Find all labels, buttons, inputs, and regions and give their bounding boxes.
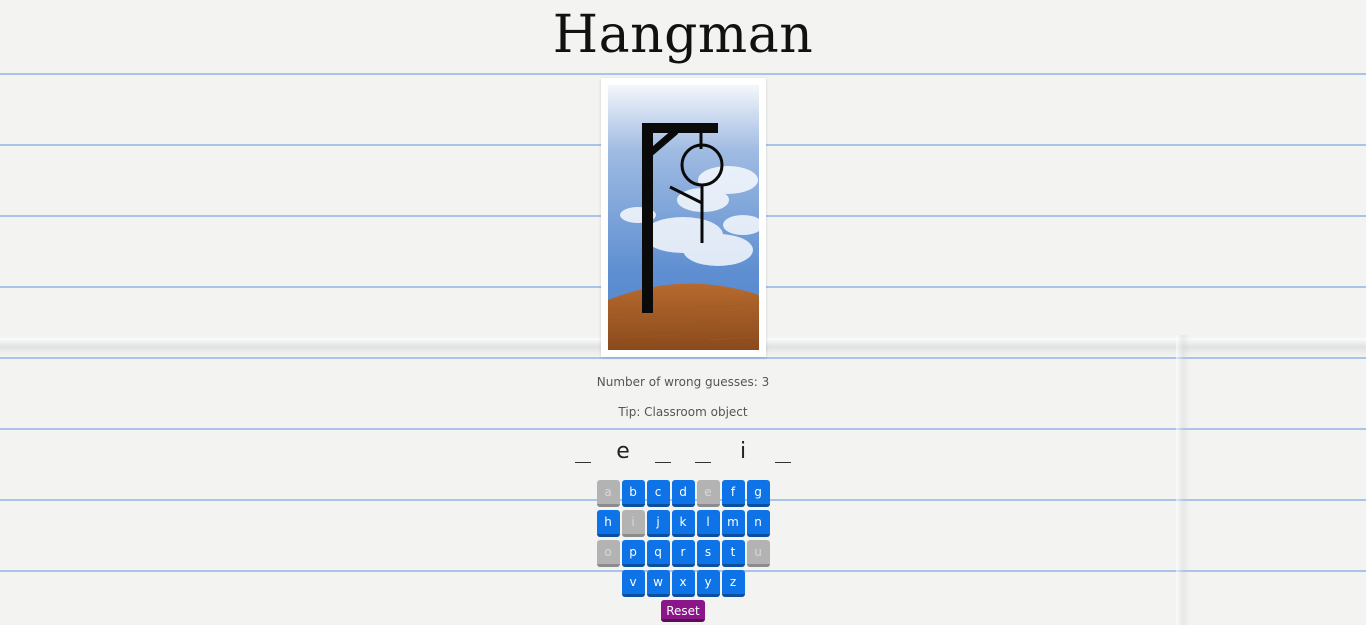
keyboard-row: vwxyz (0, 570, 1366, 597)
letter-key-y[interactable]: y (696, 570, 720, 597)
gallows-illustration (608, 85, 759, 350)
word-blank (769, 438, 797, 466)
tip-text: Tip: Classroom object (618, 405, 748, 419)
word-letter: i (739, 439, 747, 464)
letter-key-s[interactable]: s (696, 540, 720, 567)
word-blank (649, 438, 677, 466)
letter-key-f[interactable]: f (721, 480, 745, 507)
letter-key-d[interactable]: d (671, 480, 695, 507)
page-title: Hangman (552, 5, 814, 65)
letter-keyboard: abcdefg hijklmn opqrstu vwxyz (0, 480, 1366, 600)
letter-key-k[interactable]: k (671, 510, 695, 537)
letter-key-q[interactable]: q (646, 540, 670, 567)
letter-key-p[interactable]: p (621, 540, 645, 567)
keyboard-row: opqrstu (0, 540, 1366, 567)
ground (608, 283, 759, 350)
letter-key-i: i (621, 510, 645, 537)
gallows-beam (642, 123, 718, 133)
letter-key-b[interactable]: b (621, 480, 645, 507)
word-blank (569, 438, 597, 466)
word-letter: e (616, 439, 630, 464)
reset-button[interactable]: Reset (661, 600, 705, 622)
letter-key-m[interactable]: m (721, 510, 745, 537)
letter-key-g[interactable]: g (746, 480, 770, 507)
word-blank (689, 438, 717, 466)
letter-key-l[interactable]: l (696, 510, 720, 537)
letter-key-z[interactable]: z (721, 570, 745, 597)
letter-key-u: u (746, 540, 770, 567)
word-display: ei (0, 438, 1366, 466)
letter-key-t[interactable]: t (721, 540, 745, 567)
letter-key-w[interactable]: w (646, 570, 670, 597)
letter-key-c[interactable]: c (646, 480, 670, 507)
wrong-guesses-counter: Number of wrong guesses: 3 (596, 375, 770, 389)
letter-key-v[interactable]: v (621, 570, 645, 597)
letter-key-o: o (596, 540, 620, 567)
keyboard-row: hijklmn (0, 510, 1366, 537)
letter-key-a: a (596, 480, 620, 507)
letter-key-e: e (696, 480, 720, 507)
letter-key-r[interactable]: r (671, 540, 695, 567)
letter-key-j[interactable]: j (646, 510, 670, 537)
letter-key-x[interactable]: x (671, 570, 695, 597)
keyboard-row: abcdefg (0, 480, 1366, 507)
letter-key-h[interactable]: h (596, 510, 620, 537)
letter-key-n[interactable]: n (746, 510, 770, 537)
gallows-picture-frame (601, 78, 766, 357)
